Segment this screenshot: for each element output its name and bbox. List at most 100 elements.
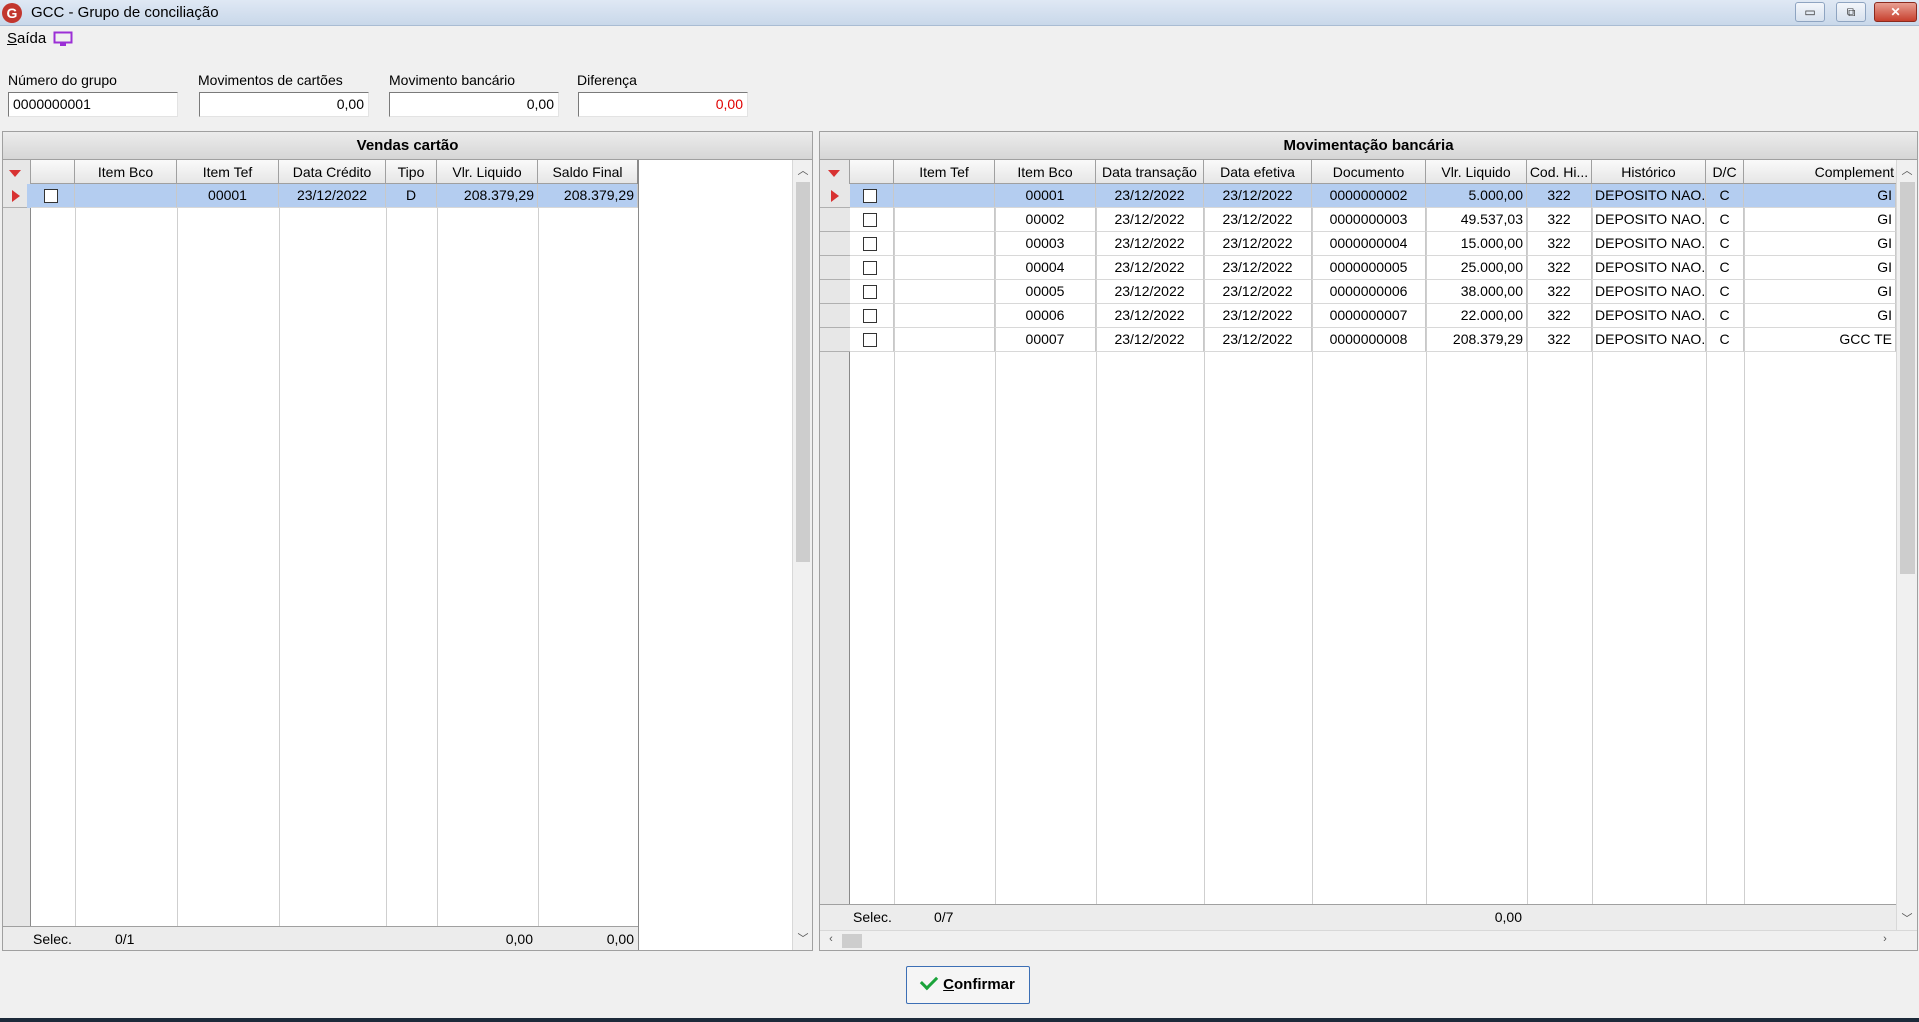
footer-saldo-total: 0,00 bbox=[606, 931, 634, 947]
cell-data-efetiva: 23/12/2022 bbox=[1204, 184, 1312, 208]
table-row[interactable]: 00006 23/12/2022 23/12/2022 0000000007 22.00… bbox=[820, 304, 1896, 328]
col-vlr-liquido[interactable]: Vlr. Liquido bbox=[437, 160, 538, 184]
cell-dc: C bbox=[1706, 208, 1744, 232]
check-col-header[interactable] bbox=[850, 160, 894, 184]
scroll-up-icon[interactable]: ︿ bbox=[1898, 162, 1916, 178]
numero-grupo-label: Número do grupo bbox=[8, 72, 117, 88]
vendas-footer: Selec. 0/1 0,00 0,00 bbox=[3, 926, 638, 950]
col-item-bco[interactable]: Item Bco bbox=[75, 160, 177, 184]
table-row[interactable]: 00004 23/12/2022 23/12/2022 0000000005 25.00… bbox=[820, 256, 1896, 280]
cell-historico: DEPOSITO NAO... bbox=[1592, 184, 1706, 208]
row-menu-header[interactable] bbox=[3, 160, 31, 184]
cell-item-tef bbox=[894, 256, 995, 280]
row-checkbox[interactable] bbox=[863, 309, 877, 323]
row-checkbox[interactable] bbox=[863, 189, 877, 203]
cell-dc: C bbox=[1706, 232, 1744, 256]
table-row[interactable]: 00001 23/12/2022 23/12/2022 0000000002 5.000… bbox=[820, 184, 1896, 208]
cell-cod-hist: 322 bbox=[1527, 304, 1592, 328]
col-item-tef[interactable]: Item Tef bbox=[177, 160, 279, 184]
cell-data-transacao: 23/12/2022 bbox=[1096, 208, 1204, 232]
vendas-grid-header: Item Bco Item Tef Data Crédito Tipo Vlr.… bbox=[3, 160, 638, 184]
table-row[interactable]: 00007 23/12/2022 23/12/2022 0000000008 208.3… bbox=[820, 328, 1896, 352]
scroll-up-icon[interactable]: ︿ bbox=[794, 162, 812, 178]
col-saldo-final[interactable]: Saldo Final bbox=[538, 160, 638, 184]
monitor-icon[interactable] bbox=[53, 31, 73, 47]
cell-dc: C bbox=[1706, 328, 1744, 352]
cell-historico: DEPOSITO NAO... bbox=[1592, 232, 1706, 256]
footer-vlr-total: 0,00 bbox=[505, 931, 533, 947]
col-documento[interactable]: Documento bbox=[1312, 160, 1426, 184]
row-check-cell bbox=[850, 328, 894, 352]
mov-horizontal-scrollbar[interactable]: ‹ › bbox=[820, 930, 1917, 950]
cell-historico: DEPOSITO NAO... bbox=[1592, 280, 1706, 304]
cell-item-tef bbox=[894, 328, 995, 352]
cell-item-tef bbox=[894, 184, 995, 208]
mov-vertical-scrollbar[interactable]: ︿ ﹀ bbox=[1896, 160, 1917, 930]
cell-vlr-liquido: 49.537,03 bbox=[1426, 208, 1527, 232]
col-dc[interactable]: D/C bbox=[1706, 160, 1744, 184]
cell-data-credito: 23/12/2022 bbox=[279, 184, 386, 208]
confirmar-accel: C bbox=[943, 976, 954, 993]
cell-documento: 0000000007 bbox=[1312, 304, 1426, 328]
restore-button[interactable]: ⧉ bbox=[1836, 2, 1866, 22]
h-scroll-thumb[interactable] bbox=[842, 934, 862, 948]
col-item-tef[interactable]: Item Tef bbox=[894, 160, 995, 184]
row-checkbox[interactable] bbox=[863, 333, 877, 347]
col-data-transacao[interactable]: Data transação bbox=[1096, 160, 1204, 184]
cell-vlr-liquido: 208.379,29 bbox=[437, 184, 538, 208]
cell-data-efetiva: 23/12/2022 bbox=[1204, 208, 1312, 232]
confirmar-button[interactable]: Confirmar bbox=[906, 966, 1030, 1004]
cell-historico: DEPOSITO NAO... bbox=[1592, 256, 1706, 280]
cell-dc: C bbox=[1706, 280, 1744, 304]
row-marker bbox=[820, 184, 850, 208]
row-checkbox[interactable] bbox=[44, 189, 58, 203]
col-complemento[interactable]: Complement bbox=[1744, 160, 1896, 184]
row-checkbox[interactable] bbox=[863, 213, 877, 227]
cell-data-transacao: 23/12/2022 bbox=[1096, 280, 1204, 304]
cell-item-bco: 00007 bbox=[995, 328, 1096, 352]
scroll-left-icon[interactable]: ‹ bbox=[822, 933, 840, 945]
scroll-down-icon[interactable]: ﹀ bbox=[794, 930, 812, 946]
cell-documento: 0000000003 bbox=[1312, 208, 1426, 232]
scroll-right-icon[interactable]: › bbox=[1876, 933, 1894, 945]
row-checkbox[interactable] bbox=[863, 237, 877, 251]
scroll-thumb[interactable] bbox=[1900, 182, 1915, 574]
footer-vlr-total: 0,00 bbox=[1494, 909, 1522, 925]
row-marker bbox=[820, 328, 850, 352]
cell-dc: C bbox=[1706, 184, 1744, 208]
table-row[interactable]: 00005 23/12/2022 23/12/2022 0000000006 38.00… bbox=[820, 280, 1896, 304]
cell-data-efetiva: 23/12/2022 bbox=[1204, 256, 1312, 280]
row-check-cell bbox=[850, 208, 894, 232]
col-vlr-liquido[interactable]: Vlr. Liquido bbox=[1426, 160, 1527, 184]
vendas-cartao-panel: Vendas cartão Item Bco Item Tef Data Cré… bbox=[2, 131, 813, 951]
col-data-credito[interactable]: Data Crédito bbox=[279, 160, 386, 184]
col-tipo[interactable]: Tipo bbox=[386, 160, 437, 184]
row-menu-header[interactable] bbox=[820, 160, 850, 184]
close-button[interactable]: ✕ bbox=[1874, 2, 1917, 22]
menu-item-saida[interactable]: Saída bbox=[7, 30, 46, 47]
col-historico[interactable]: Histórico bbox=[1592, 160, 1706, 184]
row-checkbox[interactable] bbox=[863, 285, 877, 299]
cell-historico: DEPOSITO NAO... bbox=[1592, 304, 1706, 328]
cell-item-tef bbox=[894, 280, 995, 304]
cell-data-efetiva: 23/12/2022 bbox=[1204, 328, 1312, 352]
numero-grupo-field[interactable]: 0000000001 bbox=[8, 92, 178, 117]
table-row[interactable]: 00001 23/12/2022 D 208.379,29 208.379,29 bbox=[3, 184, 638, 208]
col-cod-hist[interactable]: Cod. Hi... bbox=[1527, 160, 1592, 184]
cell-complemento: GI bbox=[1744, 280, 1896, 304]
cell-cod-hist: 322 bbox=[1527, 256, 1592, 280]
scroll-thumb[interactable] bbox=[796, 182, 810, 562]
cell-data-transacao: 23/12/2022 bbox=[1096, 304, 1204, 328]
scroll-down-icon[interactable]: ﹀ bbox=[1898, 910, 1916, 926]
col-item-bco[interactable]: Item Bco bbox=[995, 160, 1096, 184]
vendas-vertical-scrollbar[interactable]: ︿ ﹀ bbox=[792, 160, 812, 950]
row-checkbox[interactable] bbox=[863, 261, 877, 275]
cell-dc: C bbox=[1706, 256, 1744, 280]
minimize-button[interactable]: ▭ bbox=[1795, 2, 1825, 22]
table-row[interactable]: 00002 23/12/2022 23/12/2022 0000000003 49.53… bbox=[820, 208, 1896, 232]
col-data-efetiva[interactable]: Data efetiva bbox=[1204, 160, 1312, 184]
check-col-header[interactable] bbox=[31, 160, 75, 184]
table-row[interactable]: 00003 23/12/2022 23/12/2022 0000000004 15.00… bbox=[820, 232, 1896, 256]
row-marker bbox=[820, 256, 850, 280]
cell-complemento: GI bbox=[1744, 304, 1896, 328]
